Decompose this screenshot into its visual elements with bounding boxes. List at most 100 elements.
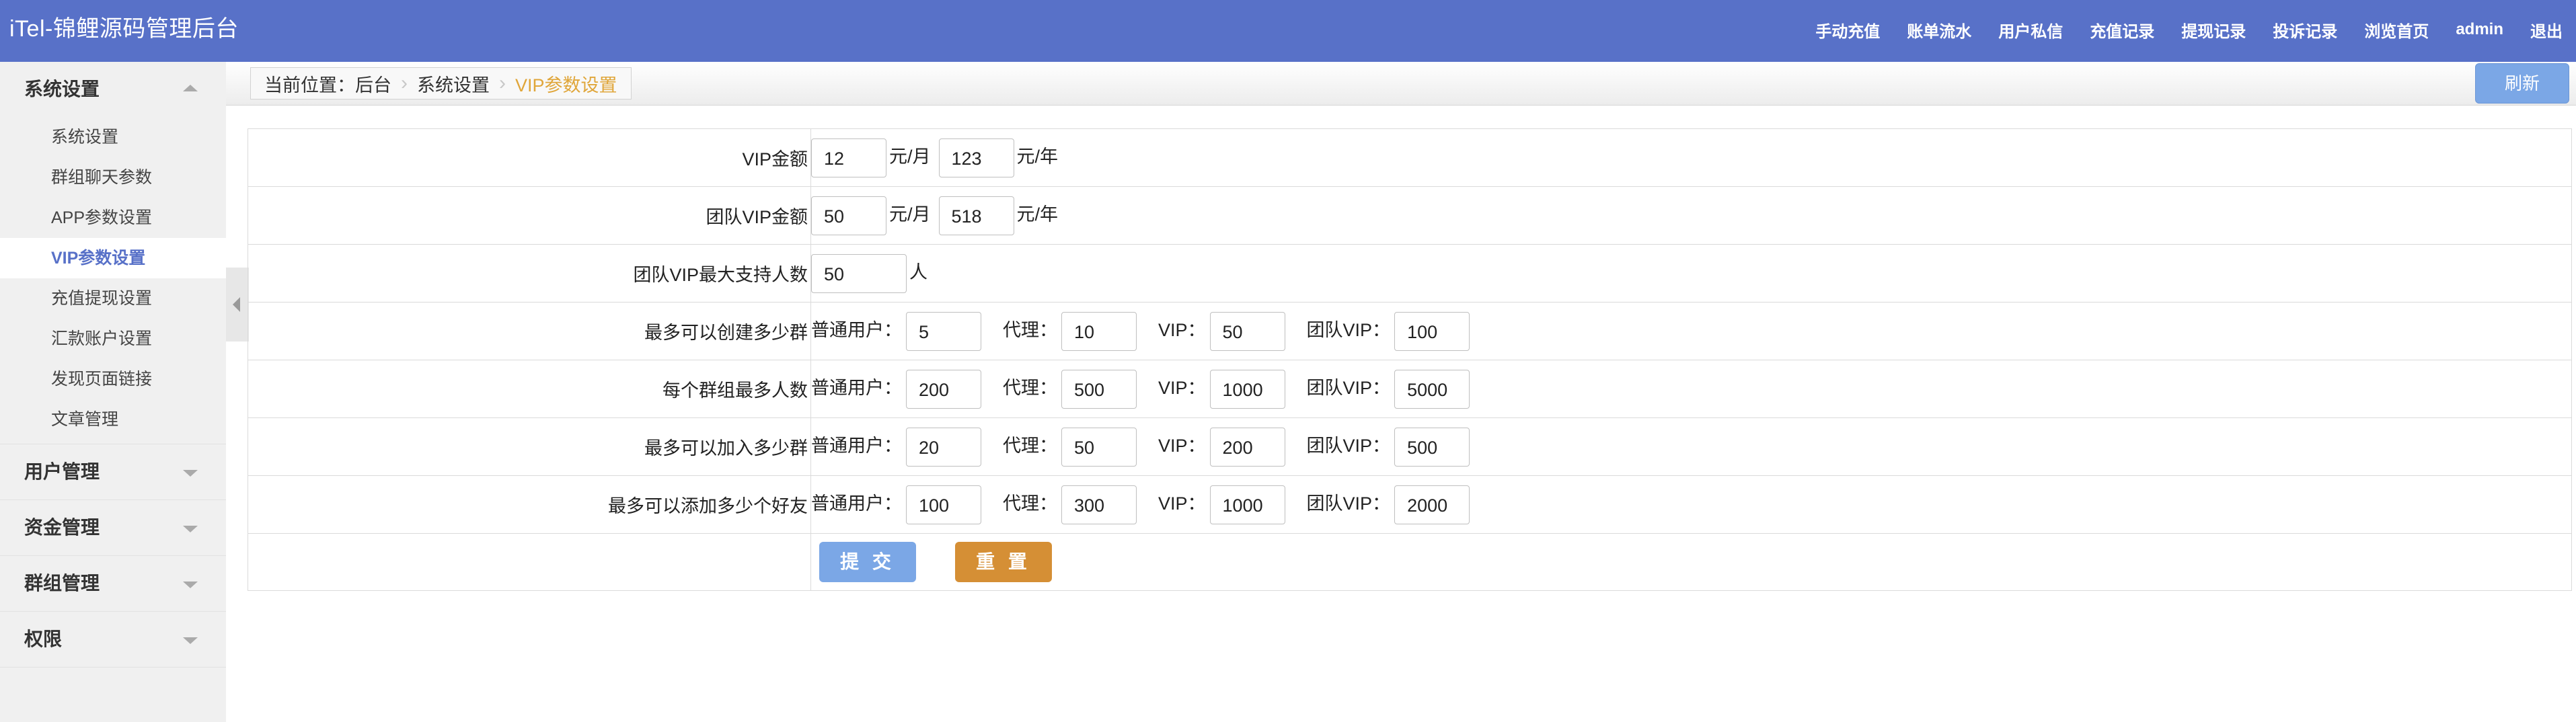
field-label: 最多可以添加多少个好友 (248, 475, 811, 534)
tier-label-team-vip: 团队VIP： (1306, 319, 1391, 340)
sidebar-item-system-settings[interactable]: 系统设置 (0, 117, 226, 157)
submenu-list: 系统设置 群组聊天参数 APP参数设置 VIP参数设置 充值提现设置 汇款账户设… (0, 117, 226, 444)
menu-group-label: 用户管理 (24, 461, 100, 482)
form-row-max-group-members: 每个群组最多人数 普通用户： 200 代理： 500 VIP： 1000 团队VIP： 500… (248, 360, 2572, 418)
sidebar-item-vip-params[interactable]: VIP参数设置 (0, 238, 226, 278)
menu-group-head-users[interactable]: 用户管理 (0, 444, 226, 499)
form-row-max-friends: 最多可以添加多少个好友 普通用户： 100 代理： 300 VIP： 1000 团队VIP：… (248, 475, 2572, 534)
unit-label: 元/月 (889, 146, 931, 167)
nav-complaint-records[interactable]: 投诉记录 (2273, 18, 2337, 44)
menu-group-label: 权限 (24, 629, 63, 649)
tier-label-agent: 代理： (1003, 493, 1057, 514)
vip-input[interactable]: 200 (1209, 427, 1285, 467)
breadcrumb-current: VIP参数设置 (515, 75, 617, 95)
agent-input[interactable]: 10 (1061, 311, 1137, 351)
sidebar-item-app-params[interactable]: APP参数设置 (0, 198, 226, 238)
team-vip-max-input[interactable]: 50 (811, 253, 907, 293)
top-header: iTel-锦鲤源码管理后台 手动充值 账单流水 用户私信 充值记录 提现记录 投… (0, 0, 2576, 62)
field-label: 最多可以创建多少群 (248, 302, 811, 360)
field-label: 团队VIP金额 (248, 186, 811, 245)
menu-group-label: 系统设置 (24, 79, 100, 99)
normal-user-input[interactable]: 200 (906, 369, 981, 409)
caret-down-icon (183, 637, 198, 644)
vip-input[interactable]: 50 (1209, 311, 1285, 351)
tier-label-normal: 普通用户： (811, 493, 902, 514)
sidebar-collapse-toggle[interactable] (226, 268, 249, 342)
tier-label-normal: 普通用户： (811, 435, 902, 456)
nav-browse-home[interactable]: 浏览首页 (2364, 18, 2429, 44)
menu-group-users: 用户管理 (0, 444, 226, 500)
nav-recharge-records[interactable]: 充值记录 (2090, 18, 2154, 44)
team-vip-input[interactable]: 5000 (1394, 369, 1470, 409)
form-row-max-join-groups: 最多可以加入多少群 普通用户： 20 代理： 50 VIP： 200 团队VIP： 500 (248, 417, 2572, 476)
field-label: 每个群组最多人数 (248, 360, 811, 418)
sidebar-item-recharge-withdraw[interactable]: 充值提现设置 (0, 278, 226, 319)
menu-group-funds: 资金管理 (0, 500, 226, 556)
caret-up-icon (183, 85, 198, 91)
vip-monthly-input[interactable]: 12 (811, 138, 886, 177)
vip-input[interactable]: 1000 (1209, 369, 1285, 409)
agent-input[interactable]: 500 (1061, 369, 1137, 409)
team-vip-input[interactable]: 100 (1394, 311, 1470, 351)
sidebar-item-remittance-accounts[interactable]: 汇款账户设置 (0, 319, 226, 359)
menu-group-permissions: 权限 (0, 612, 226, 668)
breadcrumb: 当前位置：后台 › 系统设置 › VIP参数设置 (250, 67, 632, 99)
submit-button[interactable]: 提 交 (819, 542, 916, 582)
sidebar-item-discover-links[interactable]: 发现页面链接 (0, 359, 226, 399)
caret-down-icon (183, 470, 198, 477)
field-label: VIP金额 (248, 128, 811, 187)
breadcrumb-item-system[interactable]: 系统设置 (417, 71, 490, 97)
team-vip-input[interactable]: 2000 (1394, 485, 1470, 524)
menu-group-head-permissions[interactable]: 权限 (0, 612, 226, 667)
form-actions-row: 提 交重 置 (248, 533, 2572, 591)
agent-input[interactable]: 50 (1061, 427, 1137, 467)
team-vip-input[interactable]: 500 (1394, 427, 1470, 467)
tier-label-team-vip: 团队VIP： (1306, 493, 1391, 514)
unit-label: 人 (909, 262, 927, 282)
menu-group-head-groups[interactable]: 群组管理 (0, 556, 226, 611)
sidebar-item-articles[interactable]: 文章管理 (0, 399, 226, 440)
agent-input[interactable]: 300 (1061, 485, 1137, 524)
team-vip-yearly-input[interactable]: 518 (938, 196, 1014, 235)
field-label: 最多可以加入多少群 (248, 417, 811, 476)
normal-user-input[interactable]: 5 (906, 311, 981, 351)
vip-yearly-input[interactable]: 123 (938, 138, 1014, 177)
nav-manual-recharge[interactable]: 手动充值 (1815, 18, 1880, 44)
reset-button[interactable]: 重 置 (955, 542, 1052, 582)
menu-group-label: 资金管理 (24, 517, 100, 538)
tier-label-agent: 代理： (1003, 319, 1057, 340)
form-row-max-create-groups: 最多可以创建多少群 普通用户： 5 代理： 10 VIP： 50 团队VIP： 100 (248, 302, 2572, 360)
chevron-left-icon (233, 297, 240, 312)
nav-user-messages[interactable]: 用户私信 (1998, 18, 2063, 44)
unit-label: 元/月 (889, 204, 931, 225)
unit-label: 元/年 (1016, 146, 1059, 167)
tier-label-team-vip: 团队VIP： (1306, 435, 1391, 456)
refresh-button[interactable]: 刷新 (2475, 63, 2569, 104)
menu-group-head-funds[interactable]: 资金管理 (0, 500, 226, 555)
form-row-team-vip-amount: 团队VIP金额 50 元/月 518 元/年 (248, 186, 2572, 245)
vip-settings-form: VIP金额 12 元/月 123 元/年 团队VIP金额 50 元/月 518 元/年 团队… (248, 128, 2572, 591)
menu-group-head-system[interactable]: 系统设置 (0, 62, 226, 117)
breadcrumb-bar: 当前位置：后台 › 系统设置 › VIP参数设置 刷新 (226, 62, 2576, 106)
sidebar-item-group-chat-params[interactable]: 群组聊天参数 (0, 157, 226, 198)
app-title: iTel-锦鲤源码管理后台 (9, 16, 239, 42)
menu-group-system: 系统设置 系统设置 群组聊天参数 APP参数设置 VIP参数设置 充值提现设置 … (0, 62, 226, 444)
caret-down-icon (183, 581, 198, 588)
tier-label-team-vip: 团队VIP： (1306, 377, 1391, 398)
normal-user-input[interactable]: 100 (906, 485, 981, 524)
menu-group-label: 群组管理 (24, 573, 100, 594)
nav-admin-user[interactable]: admin (2456, 20, 2503, 42)
team-vip-monthly-input[interactable]: 50 (811, 196, 886, 235)
nav-withdraw-records[interactable]: 提现记录 (2181, 18, 2246, 44)
nav-bill-flow[interactable]: 账单流水 (1907, 18, 1971, 44)
field-label: 团队VIP最大支持人数 (248, 244, 811, 303)
menu-group-groups: 群组管理 (0, 556, 226, 612)
nav-logout[interactable]: 退出 (2530, 18, 2563, 44)
normal-user-input[interactable]: 20 (906, 427, 981, 467)
breadcrumb-prefix: 当前位置：后台 (264, 75, 391, 95)
tier-label-vip: VIP： (1158, 493, 1206, 514)
tier-label-vip: VIP： (1158, 377, 1206, 398)
chevron-right-icon: › (401, 72, 408, 94)
caret-down-icon (183, 526, 198, 532)
vip-input[interactable]: 1000 (1209, 485, 1285, 524)
